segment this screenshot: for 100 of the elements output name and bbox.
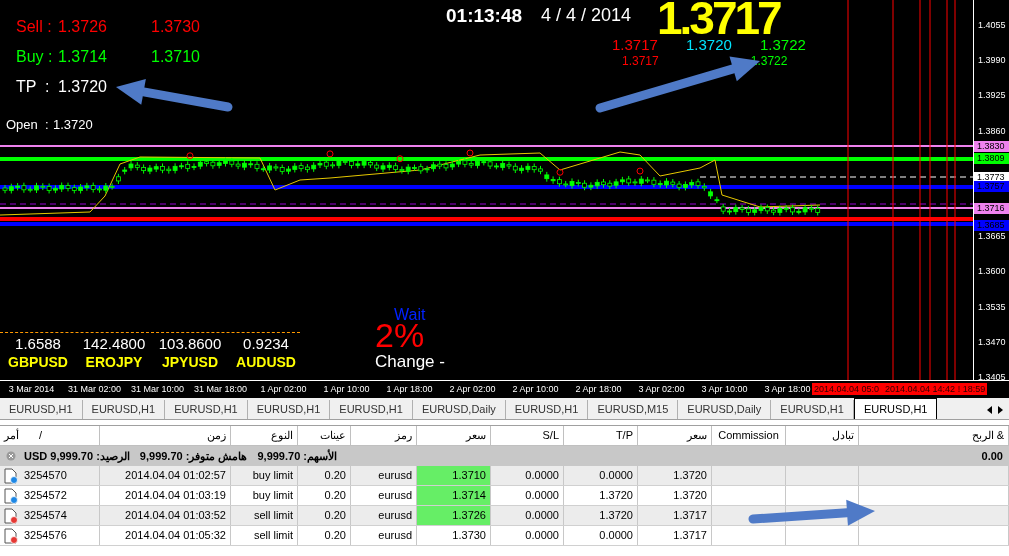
column-header[interactable]: أمر /	[0, 426, 100, 445]
table-cell: 2014.04.04 01:03:52	[100, 506, 231, 525]
order-number: 3254572	[24, 488, 67, 504]
change-label: Change -	[375, 352, 445, 372]
column-header[interactable]: Commission	[712, 426, 786, 445]
column-title: أمر	[4, 427, 19, 444]
quote-value: 1.3726	[58, 17, 108, 37]
chart-tab[interactable]: EURUSD,Daily	[678, 400, 772, 419]
table-cell: 0.20	[298, 506, 351, 525]
column-header[interactable]: T/P	[564, 426, 638, 445]
table-cell: buy limit	[231, 466, 298, 485]
column-header[interactable]: S/L	[491, 426, 564, 445]
time-axis-label: 1 Apr 10:00	[322, 382, 371, 395]
price-tag: 1.3757	[974, 180, 1009, 192]
chart-tab[interactable]: EURUSD,H1	[771, 400, 854, 419]
chart-tab[interactable]: EURUSD,M15	[588, 400, 679, 419]
current-price: 1.3717	[657, 0, 780, 36]
chart-tab[interactable]: EURUSD,H1	[165, 400, 248, 419]
table-cell: 2014.04.04 01:02:57	[100, 466, 231, 485]
date: 4 / 4 / 2014	[541, 4, 632, 27]
table-cell: 1.3714	[417, 486, 491, 505]
balance-summary: الأسهم: 9,999.70	[257, 448, 337, 465]
table-cell: 0.0000	[491, 466, 564, 485]
level-value: 1.3720	[686, 36, 733, 54]
table-cell: 0.0000	[564, 526, 638, 545]
currency-symbol: AUDUSD	[236, 353, 296, 371]
table-cell: buy limit	[231, 486, 298, 505]
time-axis-label: 2 Apr 10:00	[511, 382, 560, 395]
table-cell: 1.3720	[564, 486, 638, 505]
table-cell: 0.0000	[564, 466, 638, 485]
column-header[interactable]: سعر	[638, 426, 712, 445]
quote-label: Buy :	[16, 47, 54, 67]
column-header[interactable]: زمن	[100, 426, 231, 445]
open-label: Open :	[6, 116, 50, 135]
table-cell: 0.20	[298, 526, 351, 545]
time-axis-label: 2 Apr 18:00	[574, 382, 623, 395]
price-tag: 1.3809	[974, 152, 1009, 164]
table-cell: 0.20	[298, 486, 351, 505]
price-tick-label: 1.3535	[978, 300, 1006, 313]
time-marker: 2014.04.04 05:0	[814, 382, 880, 395]
column-header[interactable]: رمز	[351, 426, 417, 445]
time-axis-label: 3 Apr 02:00	[637, 382, 686, 395]
balance-summary: هامش متوفر: 9,999.70	[139, 448, 248, 465]
chart-tab[interactable]: EURUSD,H1	[0, 400, 83, 419]
time-axis-label: 1 Apr 18:00	[385, 382, 434, 395]
currency-symbol: EROJPY	[85, 353, 143, 371]
price-tick-label: 1.3860	[978, 124, 1006, 137]
currency-symbol: GBPUSD	[8, 353, 68, 371]
level-value: 1.3717	[622, 54, 659, 69]
table-cell: 1.3717	[638, 506, 712, 525]
price-tick-label: 1.3405	[978, 370, 1006, 383]
price-tick-label: 1.4055	[978, 19, 1006, 31]
currency-rate: 1.6588	[15, 335, 61, 353]
column-header[interactable]: تبادل	[786, 426, 859, 445]
clock: 01:13:48	[446, 4, 523, 28]
currency-rate: 142.4800	[82, 335, 146, 353]
price-tick-label: 1.3925	[978, 89, 1006, 102]
order-number: 3254574	[24, 508, 67, 524]
chart-tab[interactable]: EURUSD,H1	[330, 400, 413, 419]
table-cell: 1.3717	[638, 526, 712, 545]
quote-value: 1.3714	[58, 47, 108, 67]
level-value: 1.3717	[612, 36, 659, 54]
table-cell: 2014.04.04 01:03:19	[100, 486, 231, 505]
table-cell: 1.3730	[417, 526, 491, 545]
chart-tab[interactable]: EURUSD,H1	[247, 400, 331, 419]
price-tag: 1.3716	[974, 203, 1009, 215]
chart-tab[interactable]: EURUSD,Daily	[412, 400, 506, 419]
price-tick-label: 1.3470	[978, 335, 1006, 348]
price-tag: 1.3685	[974, 219, 1009, 231]
time-marker: 2014.04.04 14:42 ! 18:59	[885, 382, 986, 395]
close-icon[interactable]	[6, 451, 16, 461]
quote-value: 1.3730	[151, 17, 200, 37]
time-axis-label: 1 Apr 02:00	[259, 382, 308, 395]
time-axis-label: 31 Mar 02:00	[66, 382, 122, 395]
order-icon	[4, 507, 18, 524]
time-axis-label: 3 Apr 10:00	[700, 382, 749, 395]
table-cell: 0.0000	[491, 526, 564, 545]
chart-tab[interactable]: EURUSD,H1	[82, 400, 166, 419]
scroll-right-icon[interactable]	[998, 406, 1003, 414]
price-tick-label: 1.3665	[978, 230, 1006, 243]
column-header[interactable]: عينات	[298, 426, 351, 445]
chart-tab[interactable]: EURUSD,H1	[853, 398, 938, 419]
currency-rate: 0.9234	[243, 335, 289, 353]
price-tag: 1.3830	[974, 141, 1009, 153]
column-header[interactable]: النوع	[231, 426, 298, 445]
scroll-left-icon[interactable]	[987, 406, 992, 414]
table-cell: 2014.04.04 01:05:32	[100, 526, 231, 545]
price-tick-label: 1.3990	[978, 54, 1006, 67]
time-axis-label: 2 Apr 02:00	[448, 382, 497, 395]
time-axis-label: 31 Mar 10:00	[129, 382, 185, 395]
chart-tab[interactable]: EURUSD,H1	[505, 400, 589, 419]
table-cell: 1.3726	[417, 506, 491, 525]
quote-label: Sell :	[16, 17, 53, 37]
quote-value: 1.3710	[151, 47, 200, 67]
column-header[interactable]: سعر	[417, 426, 491, 445]
tp-value: 1.3720	[58, 77, 107, 97]
table-cell: 1.3720	[564, 506, 638, 525]
level-value: 1.3722	[760, 36, 807, 54]
column-header[interactable]: الربح &	[859, 426, 1009, 445]
order-number: 3254570	[24, 468, 67, 484]
